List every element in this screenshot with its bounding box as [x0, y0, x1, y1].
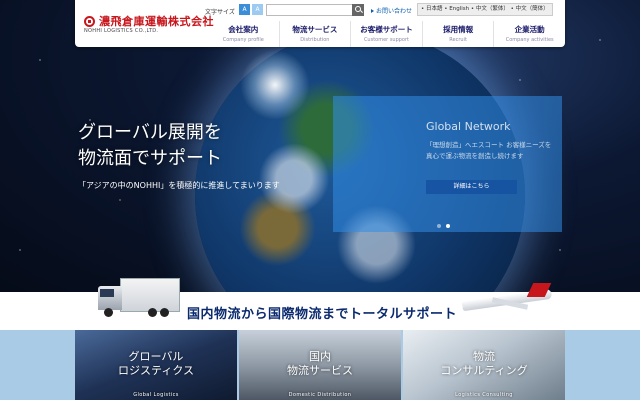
hero-subline: 「アジアの中のNOHHI」を積極的に推進してまいります — [78, 181, 280, 190]
nav-label: 物流サービス — [292, 25, 338, 34]
search-button[interactable] — [352, 4, 364, 16]
tile-title-line-1: 国内 — [309, 350, 331, 363]
global-network-panel: Global Network 「理想創造」へエスコート お客様ニーズを真心で運ぶ… — [333, 96, 562, 232]
tile-title-line-1: 物流 — [473, 350, 495, 363]
details-button[interactable]: 詳細はこちら — [426, 180, 517, 194]
tile-domestic-distribution[interactable]: 国内 物流サービス Domestic Distribution — [239, 330, 401, 400]
panel-title: Global Network — [426, 120, 511, 133]
wheel-icon — [148, 308, 157, 317]
headline-line-1: グローバル展開を — [78, 122, 222, 143]
search-icon — [355, 6, 361, 12]
hero-headline: グローバル展開を 物流面でサポート — [78, 120, 222, 172]
site-header: 濃飛倉庫運輸株式会社 NOHHI LOGISTICS CO.,LTD. 文字サイ… — [75, 0, 565, 47]
nav-item-company[interactable]: 会社案内 Company profile — [208, 21, 279, 47]
nav-sublabel: Distribution — [300, 37, 330, 43]
tile-title: グローバル ロジスティクス — [75, 350, 237, 378]
nav-sublabel: Customer support — [363, 37, 410, 43]
truck-cab — [98, 286, 122, 310]
panel-text: 「理想創造」へエスコート お客様ニーズを真心で運ぶ物流を創造し続けます — [426, 141, 552, 160]
tile-subtitle: Logistics Consulting — [455, 392, 513, 398]
tagline-text: 国内物流から国際物流までトータルサポート — [187, 307, 458, 322]
truck-image — [98, 276, 180, 322]
airplane-image — [461, 283, 557, 315]
contact-label: お問い合わせ — [376, 8, 413, 15]
tile-title: 国内 物流サービス — [239, 350, 401, 378]
wheel-icon — [104, 308, 113, 317]
wheel-icon — [160, 308, 169, 317]
nav-item-distribution[interactable]: 物流サービス Distribution — [278, 21, 351, 47]
nav-label: 採用情報 — [443, 25, 474, 34]
tile-global-logistics[interactable]: グローバル ロジスティクス Global Logistics — [75, 330, 237, 400]
slider-dot-1[interactable] — [437, 224, 441, 228]
tile-title: 物流 コンサルティング — [403, 350, 565, 378]
global-nav: 会社案内 Company profile 物流サービス Distribution… — [208, 21, 565, 47]
nav-sublabel: Company activities — [505, 37, 554, 43]
language-selector[interactable]: • 日本語 • English • 中文（繁体） • 中文（簡体） — [417, 3, 553, 16]
nav-item-activities[interactable]: 企業活動 Company activities — [493, 21, 565, 47]
arrow-right-icon — [371, 9, 374, 13]
contact-link[interactable]: お問い合わせ — [371, 6, 412, 15]
slider-pagination — [437, 224, 450, 228]
font-size-small-button[interactable]: A — [239, 4, 250, 15]
font-size-large-button[interactable]: A — [252, 4, 263, 15]
nav-label: お客様サポート — [360, 25, 413, 34]
tile-title-line-2: コンサルティング — [440, 364, 528, 377]
service-tiles: グローバル ロジスティクス Global Logistics 国内 物流サービス… — [0, 330, 640, 400]
tile-title-line-1: グローバル — [128, 350, 184, 363]
logo-mark-icon — [84, 15, 95, 27]
nav-item-recruit[interactable]: 採用情報 Recruit — [421, 21, 494, 47]
sun-flare — [240, 50, 310, 120]
tile-title-line-2: ロジスティクス — [117, 364, 194, 377]
font-size-label: 文字サイズ — [205, 9, 235, 16]
tile-title-line-2: 物流サービス — [287, 364, 353, 377]
logo-text: 濃飛倉庫運輸株式会社 — [99, 15, 214, 28]
tile-subtitle: Domestic Distribution — [288, 392, 352, 398]
nav-sublabel: Company profile — [222, 37, 264, 43]
tile-subtitle: Global Logistics — [133, 392, 179, 398]
nav-label: 企業活動 — [514, 25, 545, 34]
headline-line-2: 物流面でサポート — [78, 148, 222, 169]
search-input[interactable] — [266, 4, 354, 16]
truck-container — [120, 278, 180, 312]
logo-subtitle: NOHHI LOGISTICS CO.,LTD. — [84, 28, 159, 34]
slider-dot-2[interactable] — [446, 224, 450, 228]
tile-logistics-consulting[interactable]: 物流 コンサルティング Logistics Consulting — [403, 330, 565, 400]
nav-item-support[interactable]: お客様サポート Customer support — [350, 21, 422, 47]
nav-label: 会社案内 — [228, 25, 259, 34]
site-logo[interactable]: 濃飛倉庫運輸株式会社 — [84, 13, 214, 29]
nav-sublabel: Recruit — [449, 37, 467, 43]
